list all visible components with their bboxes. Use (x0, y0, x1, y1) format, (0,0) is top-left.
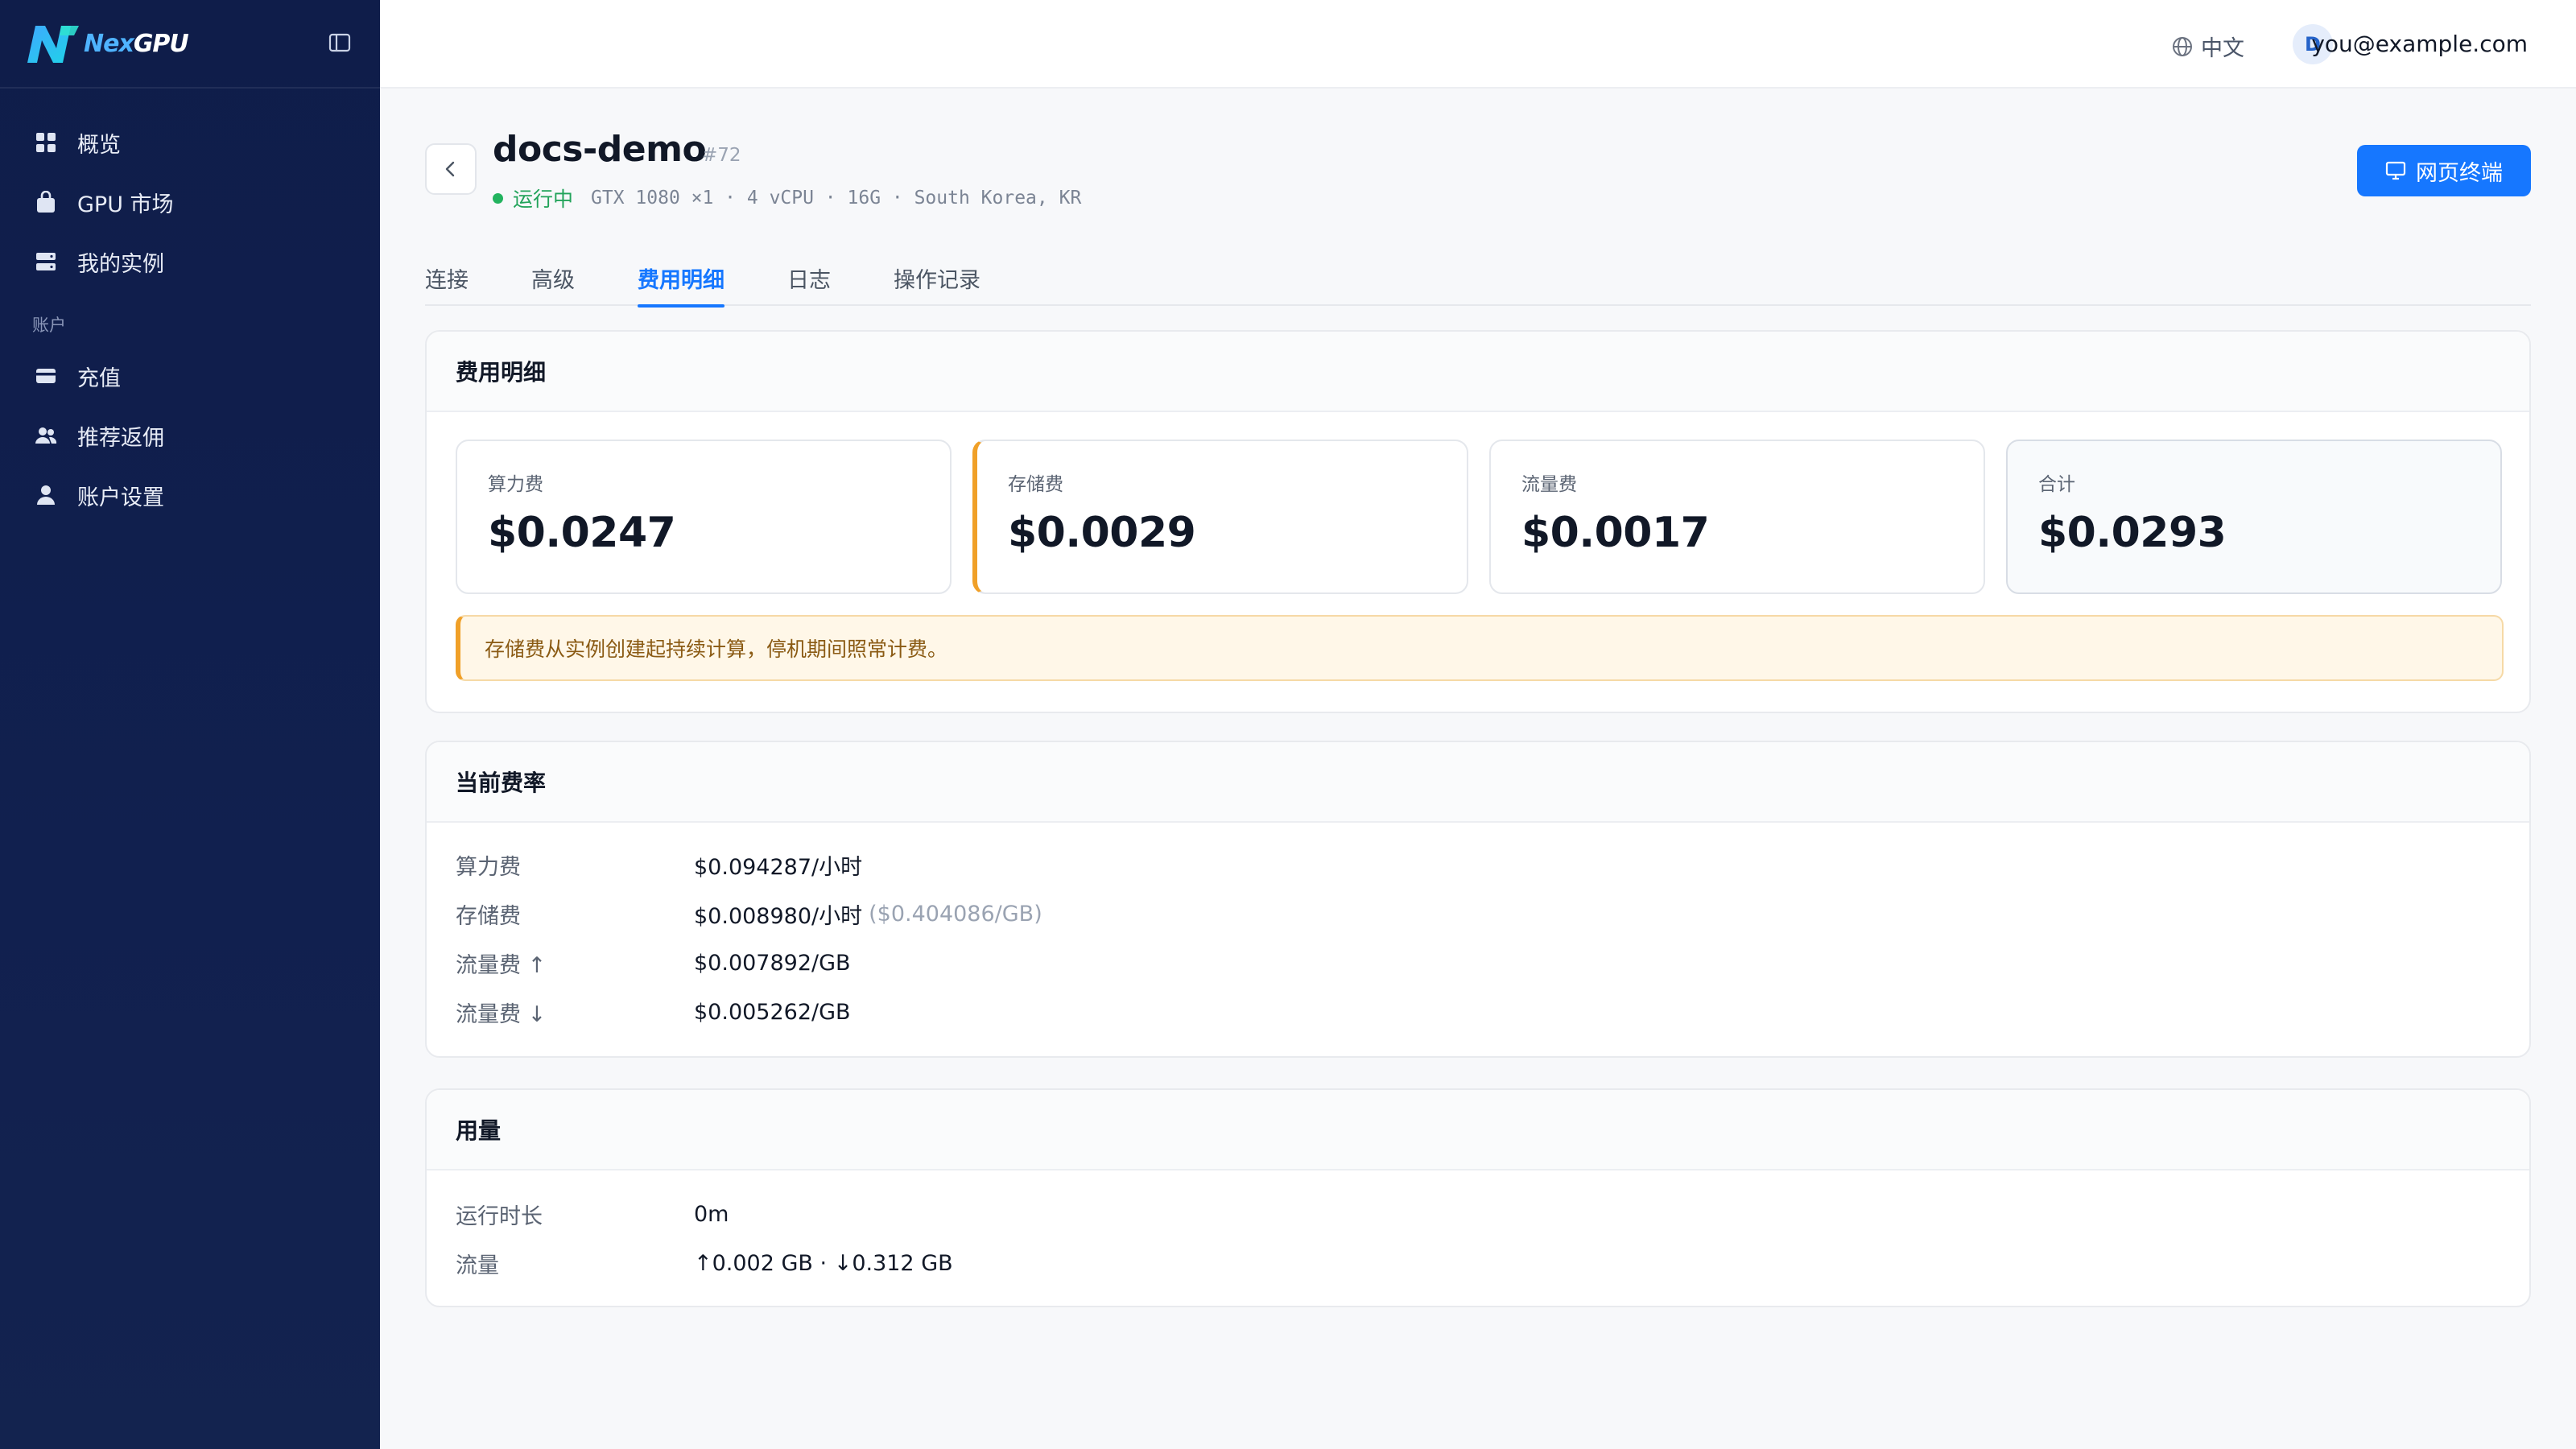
usage-row-traffic: 流量 ↑0.002 GB · ↓0.312 GB (456, 1247, 953, 1279)
users-icon (34, 423, 58, 448)
rate-row-compute: 算力费 $0.094287/小时 (456, 848, 862, 881)
rate-key: 存储费 (456, 903, 521, 929)
server-icon (34, 250, 58, 274)
storage-billing-notice: 存储费从实例创建起持续计算，停机期间照常计费。 (456, 615, 2504, 681)
card-title: 用量 (427, 1090, 2529, 1170)
grid-icon (34, 130, 58, 155)
rate-value: $0.094287/小时 (694, 854, 863, 880)
instance-status-line: 运行中 GTX 1080 ×1 · 4 vCPU · 16G · South K… (493, 184, 1081, 213)
tab-operation-history[interactable]: 操作记录 (894, 254, 980, 306)
rate-row-traffic-up: 流量费 ↑ $0.007892/GB (456, 947, 851, 979)
language-label: 中文 (2201, 36, 2244, 61)
tab-cost-details[interactable]: 费用明细 (638, 254, 724, 308)
back-button[interactable] (425, 143, 477, 195)
sidebar-section-account: 账户 (32, 316, 66, 335)
sidebar-collapse-button[interactable] (327, 31, 353, 55)
tab-advanced[interactable]: 高级 (531, 254, 575, 306)
rate-key: 流量费 ↑ (456, 952, 547, 978)
tab-bar: 连接 高级 费用明细 日志 操作记录 (425, 254, 2531, 308)
sidebar-item-label: 概览 (77, 132, 121, 158)
cost-label: 合计 (2038, 474, 2075, 495)
status-badge: 运行中 (513, 188, 574, 211)
main-content: docs-demo #72 运行中 GTX 1080 ×1 · 4 vCPU ·… (380, 90, 2576, 1449)
page-title: docs-demo (493, 129, 707, 170)
usage-card: 用量 运行时长 0m 流量 ↑0.002 GB · ↓0.312 GB (425, 1088, 2531, 1307)
cost-value: $0.0293 (2038, 509, 2227, 557)
cost-value: $0.0247 (488, 509, 676, 557)
usage-row-runtime: 运行时长 0m (456, 1198, 729, 1230)
sidebar-item-label: GPU 市场 (77, 192, 174, 217)
user-icon (34, 483, 58, 507)
sidebar-item-label: 我的实例 (77, 251, 164, 277)
rate-row-storage: 存储费 $0.008980/小时 ($0.404086/GB) (456, 898, 1042, 930)
cost-label: 存储费 (1008, 474, 1063, 495)
nexgpu-logo-icon (24, 21, 82, 66)
sidebar-item-gpu-market[interactable]: GPU 市场 (0, 172, 380, 232)
sidebar-item-my-instances[interactable]: 我的实例 (0, 232, 380, 291)
monitor-icon (2385, 161, 2406, 180)
sidebar-item-referral[interactable]: 推荐返佣 (0, 406, 380, 465)
user-email[interactable]: you@example.com (2311, 31, 2528, 57)
sidebar: NexGPU 概览 GPU 市场 我的实例 账户 充值 推荐返佣 账户设置 (0, 0, 380, 1449)
usage-key: 流量 (456, 1253, 499, 1278)
topbar: 中文 D you@example.com (380, 0, 2576, 89)
sidebar-nav: 概览 GPU 市场 我的实例 账户 充值 推荐返佣 账户设置 (0, 89, 380, 525)
status-dot-icon (493, 192, 503, 204)
cost-label: 算力费 (488, 474, 543, 495)
sidebar-item-overview[interactable]: 概览 (0, 113, 380, 172)
chevron-left-icon (445, 161, 455, 177)
card-icon (34, 364, 58, 388)
brand-name: NexGPU (84, 29, 189, 58)
sidebar-item-recharge[interactable]: 充值 (0, 346, 380, 406)
cost-box-total: 合计 $0.0293 (2006, 440, 2502, 594)
tab-logs[interactable]: 日志 (787, 254, 831, 306)
sidebar-toggle-icon (328, 33, 351, 52)
cost-value: $0.0017 (1521, 509, 1710, 557)
card-title: 费用明细 (427, 332, 2529, 412)
rate-key: 算力费 (456, 854, 521, 880)
card-title: 当前费率 (427, 742, 2529, 823)
cost-value: $0.0029 (1008, 509, 1196, 557)
rate-row-traffic-down: 流量费 ↓ $0.005262/GB (456, 996, 851, 1028)
sidebar-item-label: 推荐返佣 (77, 425, 164, 451)
cost-box-traffic: 流量费 $0.0017 (1489, 440, 1985, 594)
cost-summary-grid: 算力费 $0.0247 存储费 $0.0029 流量费 $0.0017 合计 $… (456, 440, 2504, 594)
brand: NexGPU (0, 0, 380, 89)
cost-box-compute: 算力费 $0.0247 (456, 440, 952, 594)
globe-icon (2172, 36, 2193, 57)
usage-key: 运行时长 (456, 1203, 543, 1229)
language-switcher[interactable]: 中文 (2172, 31, 2244, 62)
cost-box-storage: 存储费 $0.0029 (972, 440, 1468, 594)
sidebar-item-label: 充值 (77, 365, 121, 391)
instance-id: #72 (702, 145, 741, 166)
sidebar-item-account-settings[interactable]: 账户设置 (0, 465, 380, 525)
tab-connect[interactable]: 连接 (425, 254, 469, 306)
rate-value: $0.008980/小时 (694, 903, 863, 929)
cost-label: 流量费 (1521, 474, 1577, 495)
current-rates-card: 当前费率 算力费 $0.094287/小时 存储费 $0.008980/小时 (… (425, 741, 2531, 1058)
web-terminal-label: 网页终端 (2416, 160, 2503, 186)
usage-value: 0m (694, 1201, 729, 1227)
instance-specs: GTX 1080 ×1 · 4 vCPU · 16G · South Korea… (591, 188, 1082, 208)
rate-value: $0.005262/GB (694, 999, 851, 1025)
usage-value: ↑0.002 GB · ↓0.312 GB (694, 1250, 953, 1276)
rate-value: $0.007892/GB (694, 950, 851, 976)
bag-icon (34, 190, 58, 214)
rate-key: 流量费 ↓ (456, 1001, 547, 1027)
rate-per-gb-value: ($0.404086/GB) (869, 901, 1042, 927)
sidebar-item-label: 账户设置 (77, 485, 164, 510)
cost-details-card: 费用明细 算力费 $0.0247 存储费 $0.0029 流量费 $0.0017… (425, 330, 2531, 713)
web-terminal-button[interactable]: 网页终端 (2357, 145, 2531, 196)
